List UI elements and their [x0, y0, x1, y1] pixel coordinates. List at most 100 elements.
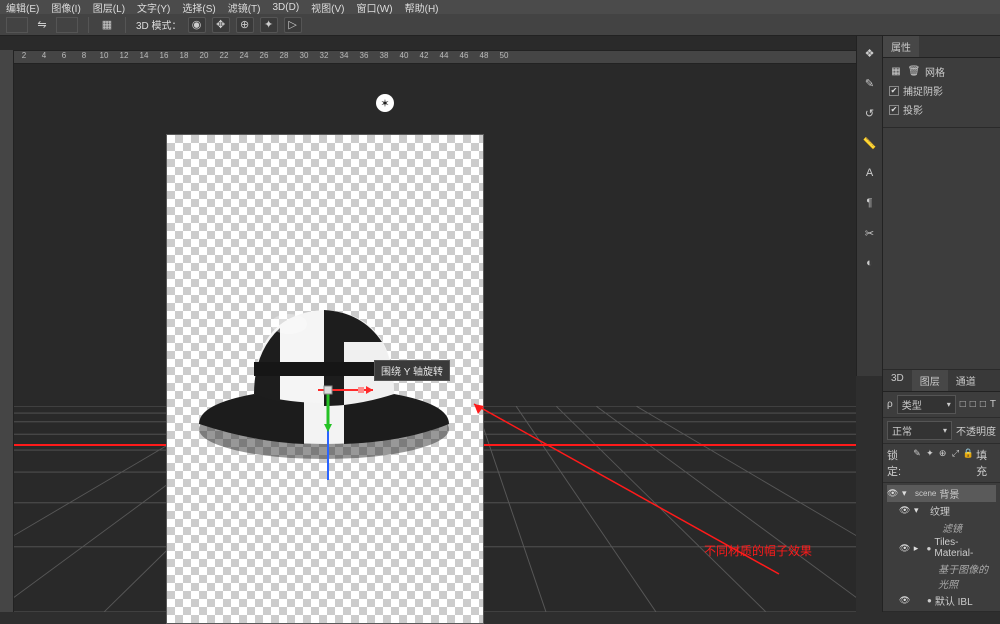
tree-row[interactable]: 基于图像的光照: [887, 560, 996, 592]
visibility-eye-icon[interactable]: 👁: [899, 505, 911, 516]
visibility-eye-icon[interactable]: 👁: [899, 595, 911, 606]
adjustments-icon[interactable]: ✂: [861, 224, 879, 242]
lock-icon[interactable]: ⤢: [950, 447, 961, 459]
checkbox-label: 捕捉阴影: [903, 83, 943, 98]
tree-label: 纹理: [930, 503, 950, 518]
menu-item[interactable]: 3D(D): [273, 2, 300, 13]
menu-item[interactable]: 选择(S): [182, 0, 215, 15]
transform-gizmo[interactable]: [318, 370, 378, 493]
options-icon[interactable]: ▦: [99, 17, 115, 33]
tab-channels[interactable]: 通道: [948, 370, 984, 391]
visibility-eye-icon[interactable]: 👁: [887, 488, 899, 499]
ruler-tick: 8: [74, 51, 94, 63]
menu-item[interactable]: 编辑(E): [6, 0, 39, 15]
tree-label: Tiles-Material-: [934, 537, 996, 559]
toggle-icon[interactable]: ▸: [914, 543, 924, 554]
toggle-icon[interactable]: ▾: [902, 488, 912, 499]
canvas-region[interactable]: 围绕 Y 轴旋转 不同材质的帽子效果 ✶: [14, 64, 856, 612]
ruler-tick: 16: [154, 51, 174, 63]
menu-item[interactable]: 视图(V): [311, 0, 344, 15]
dolly-button[interactable]: ⊕: [236, 17, 254, 33]
ruler-tick: 6: [54, 51, 74, 63]
lock-icon[interactable]: ⊕: [937, 447, 948, 459]
filter-icon[interactable]: T: [990, 399, 996, 410]
filter-icon[interactable]: □: [970, 399, 976, 410]
tree-label: 背景: [939, 486, 959, 501]
tab-3d[interactable]: 3D: [883, 370, 912, 391]
playhead-cursor[interactable]: ✶: [376, 94, 394, 112]
mesh-label: 网格: [925, 64, 945, 79]
ruler-horizontal[interactable]: 2468101214161820222426283032343638404244…: [14, 50, 856, 64]
pan-button[interactable]: ✥: [212, 17, 230, 33]
ruler-tick: 40: [394, 51, 414, 63]
side-icon-strip: ❖ ✎ ↺ 📏 A ¶ ✂ ◐: [856, 36, 882, 376]
ruler-tick: 36: [354, 51, 374, 63]
checkbox-capture-shadow[interactable]: ✔: [889, 86, 899, 96]
lock-all-icon[interactable]: 🔒: [963, 447, 974, 459]
blend-mode-select[interactable]: 正常▾: [887, 421, 952, 440]
fly-button[interactable]: ▷: [284, 17, 302, 33]
options-bar: ⇋ ▦ 3D 模式： ◉ ✥ ⊕ ✦ ▷: [0, 14, 1000, 36]
ruler-tick: 42: [414, 51, 434, 63]
orbit-button[interactable]: ◉: [188, 17, 206, 33]
color-swatch-1[interactable]: [6, 17, 28, 33]
menu-item[interactable]: 滤镜(T): [228, 0, 261, 15]
ruler-tick: 50: [494, 51, 514, 63]
tree-row[interactable]: 👁▸●Tiles-Material-: [887, 536, 996, 560]
ruler-tick: 10: [94, 51, 114, 63]
tree-row[interactable]: 👁▾ 纹理: [887, 502, 996, 519]
walk-button[interactable]: ✦: [260, 17, 278, 33]
annotation-text: 不同材质的帽子效果: [704, 542, 812, 559]
lock-pixels-icon[interactable]: ✎: [912, 447, 923, 459]
visibility-eye-icon[interactable]: 👁: [899, 543, 911, 554]
axis-tooltip: 围绕 Y 轴旋转: [374, 360, 450, 381]
ruler-tick: 14: [134, 51, 154, 63]
ruler-icon[interactable]: 📏: [861, 134, 879, 152]
right-panel-column: 属性 ▦ 🗑 网格 ✔ 捕捉阴影 ✔ 投影 3D 图层 通道 ρ: [882, 36, 1000, 612]
ruler-tick: 24: [234, 51, 254, 63]
item-icon: scene: [915, 489, 936, 498]
filter-type-select[interactable]: 类型▾: [897, 395, 956, 414]
type-icon[interactable]: A: [861, 164, 879, 182]
ruler-tick: 46: [454, 51, 474, 63]
lock-position-icon[interactable]: ✦: [924, 447, 935, 459]
filter-icon[interactable]: □: [980, 399, 986, 410]
toggle-icon[interactable]: ▾: [914, 505, 924, 516]
trash-icon[interactable]: 🗑: [907, 66, 921, 77]
paragraph-icon[interactable]: ¶: [861, 194, 879, 212]
menu-item[interactable]: 窗口(W): [357, 0, 393, 15]
history-icon[interactable]: ↺: [861, 104, 879, 122]
menu-bar: 编辑(E) 图像(I) 图层(L) 文字(Y) 选择(S) 滤镜(T) 3D(D…: [0, 0, 1000, 14]
chevron-down-icon: ▾: [943, 426, 947, 435]
ruler-tick: 26: [254, 51, 274, 63]
tree-row[interactable]: 👁▾scene背景: [887, 485, 996, 502]
tree-label: 基于图像的光照: [938, 561, 996, 591]
tab-layers[interactable]: 图层: [912, 370, 948, 391]
tree-row[interactable]: 滤镜: [887, 519, 996, 536]
ruler-tick: 4: [34, 51, 54, 63]
ruler-tick: 44: [434, 51, 454, 63]
cc-icon[interactable]: ◐: [861, 254, 879, 272]
tree-label: 默认 IBL: [935, 593, 973, 608]
swatches-icon[interactable]: ❖: [861, 44, 879, 62]
empty-panel-space: [883, 128, 1000, 370]
mesh-icon: ▦: [889, 66, 903, 77]
color-swatch-2[interactable]: [56, 17, 78, 33]
menu-item[interactable]: 文字(Y): [137, 0, 170, 15]
ruler-vertical[interactable]: [0, 50, 14, 612]
mode-label: 3D 模式：: [136, 17, 182, 32]
lock-label: 锁定:: [887, 447, 910, 479]
separator: [125, 17, 126, 33]
menu-item[interactable]: 图层(L): [93, 0, 125, 15]
item-icon: ●: [927, 596, 932, 605]
menu-item[interactable]: 图像(I): [51, 0, 80, 15]
menu-item[interactable]: 帮助(H): [405, 0, 439, 15]
swap-icon[interactable]: ⇋: [34, 17, 50, 33]
opacity-label: 不透明度: [956, 423, 996, 438]
checkbox-cast-shadow[interactable]: ✔: [889, 105, 899, 115]
tab-properties[interactable]: 属性: [883, 36, 919, 57]
filter-icon[interactable]: □: [960, 399, 966, 410]
item-icon: ●: [927, 544, 932, 553]
brushes-icon[interactable]: ✎: [861, 74, 879, 92]
tree-row[interactable]: 👁 ●默认 IBL: [887, 592, 996, 609]
